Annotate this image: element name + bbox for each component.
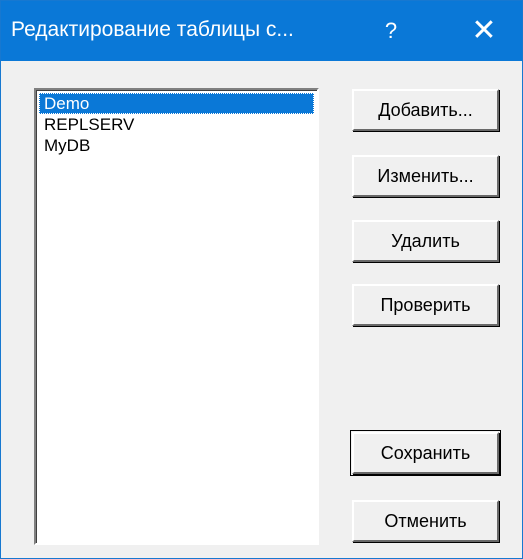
- close-button[interactable]: ✕: [451, 1, 517, 61]
- help-button[interactable]: ?: [361, 1, 421, 61]
- add-button[interactable]: Добавить...: [352, 89, 499, 131]
- list-item[interactable]: MyDB: [39, 135, 314, 156]
- delete-button[interactable]: Удалить: [352, 220, 499, 262]
- listbox-items: Demo REPLSERV MyDB: [39, 93, 314, 540]
- window-title: Редактирование таблицы с...: [11, 18, 294, 41]
- dialog-client-area: Demo REPLSERV MyDB Добавить... Изменить.…: [1, 61, 522, 558]
- save-button[interactable]: Сохранить: [350, 430, 501, 476]
- title-bar[interactable]: Редактирование таблицы с... ? ✕: [1, 1, 522, 61]
- list-item[interactable]: REPLSERV: [39, 114, 314, 135]
- edit-button[interactable]: Изменить...: [352, 155, 499, 197]
- server-listbox[interactable]: Demo REPLSERV MyDB: [34, 88, 319, 545]
- dialog-window: Редактирование таблицы с... ? ✕ Demo REP…: [0, 0, 523, 559]
- list-item[interactable]: Demo: [39, 93, 314, 114]
- cancel-button[interactable]: Отменить: [352, 500, 499, 542]
- check-button[interactable]: Проверить: [352, 284, 499, 326]
